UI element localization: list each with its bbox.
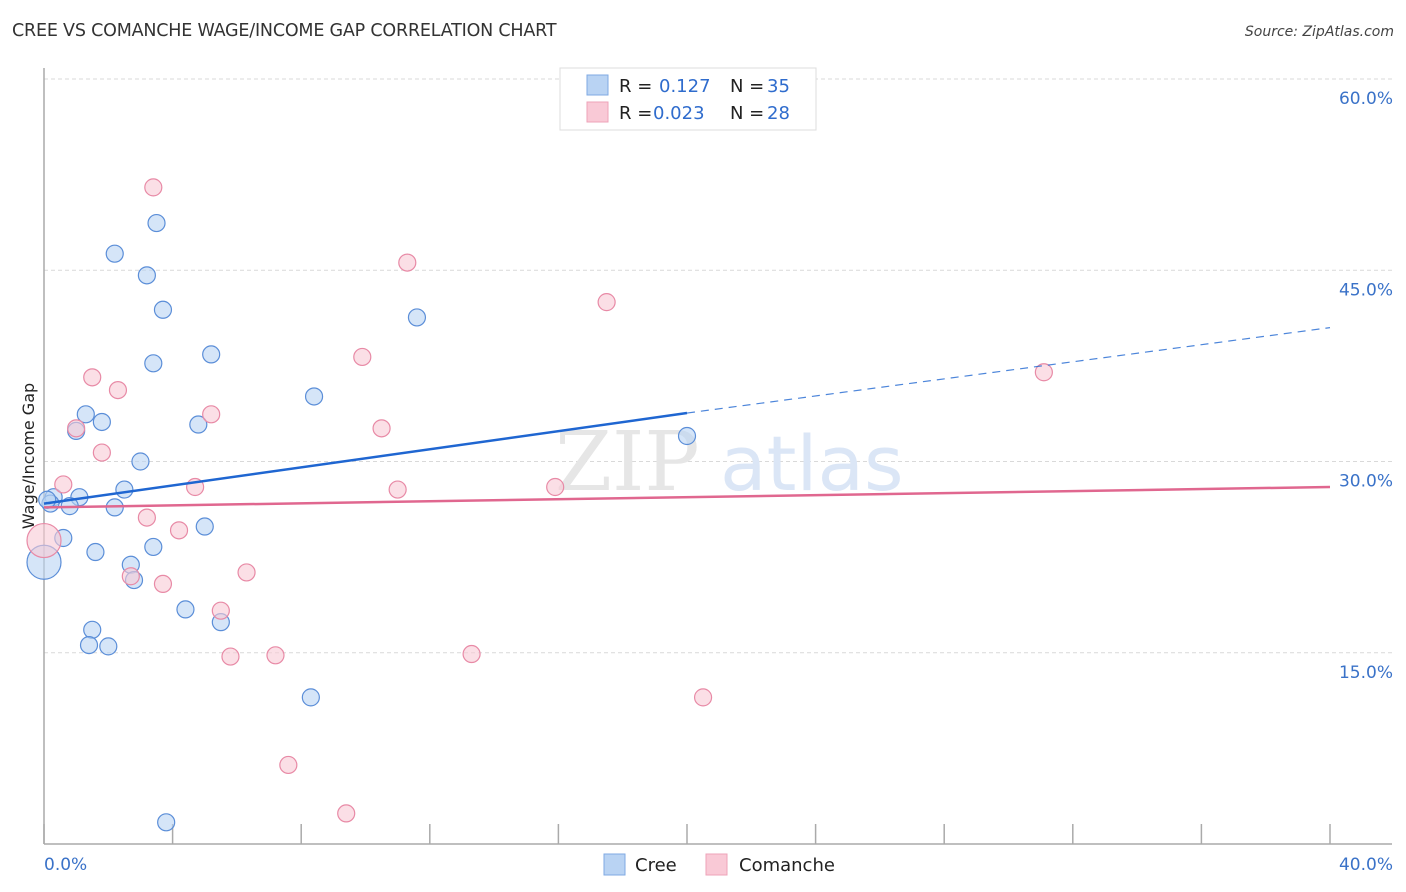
y-tick-label: 45.0% (1339, 280, 1393, 300)
comanche-point (108, 381, 128, 400)
cree-point (99, 637, 118, 656)
x-tick-label: 40.0% (1339, 855, 1393, 875)
cree-trend-line-extrapolated (686, 327, 1331, 414)
legend-n-value-cree: 35 (767, 76, 790, 97)
comanche-point (462, 644, 481, 664)
legend-r-value-cree: 0.127 (659, 76, 711, 97)
legend-swatch-cree (586, 74, 609, 96)
cree-point (301, 688, 320, 707)
cree-point (83, 620, 102, 639)
cree-point (157, 813, 176, 832)
cree-point (131, 452, 150, 471)
comanche-point (388, 480, 407, 499)
comanche-point (337, 804, 356, 823)
comanche-point (372, 419, 391, 438)
comanche-point (353, 347, 372, 367)
cree-point (79, 635, 99, 655)
comanche-point (279, 755, 298, 775)
bottom-legend-label-comanche: Comanche (739, 855, 835, 876)
comanche-point (546, 477, 565, 497)
cree-point (144, 537, 163, 557)
comanche-point (26, 522, 62, 559)
bottom-legend-swatch-comanche (705, 853, 728, 876)
cree-point (92, 412, 111, 432)
comanche-point (144, 178, 163, 197)
cree-point (38, 490, 57, 509)
bottom-legend: Cree Comanche (603, 853, 835, 876)
comanche-point (121, 567, 140, 586)
comanche-point (92, 443, 111, 462)
comanche-point (137, 508, 156, 527)
comanche-point (597, 293, 616, 312)
cree-point (105, 244, 124, 263)
legend-r-label-comanche: R = (619, 103, 652, 124)
cree-point (144, 354, 163, 373)
scatter-chart: ZIP atlas 15.0%30.0%45.0%60.0%0.0% 40.0% … (19, 67, 1393, 876)
comanche-point (67, 419, 86, 438)
legend-r-label-cree: R = (619, 76, 652, 97)
cree-point (176, 600, 195, 619)
comanche-point (221, 647, 240, 666)
legend-r-value-comanche: 0.023 (653, 103, 705, 124)
bottom-legend-label-cree: Cree (635, 855, 677, 876)
comanche-point (83, 368, 102, 387)
comanche-point (169, 521, 189, 540)
legend-n-label-comanche: N = (730, 103, 764, 124)
cree-point (115, 480, 134, 499)
axes (43, 68, 1392, 845)
legend-n-value-comanche: 28 (767, 103, 790, 124)
cree-point (677, 426, 697, 446)
x-tick-label: 0.0% (44, 855, 87, 875)
legend-n-label-cree: N = (730, 76, 764, 97)
legend-swatch-comanche (586, 101, 609, 123)
cree-point (137, 266, 156, 285)
comanche-point (54, 475, 73, 494)
comanche-point (153, 574, 173, 594)
legend: R = 0.127 N = 35 R = 0.023 N = 28 (559, 67, 817, 131)
cree-point (202, 345, 221, 364)
tick-labels: 15.0% 30.0% 45.0% 60.0% 0.0% 40.0% (44, 89, 1393, 875)
comanche-point (211, 601, 230, 620)
bottom-legend-swatch-cree (603, 853, 626, 876)
y-tick-label: 60.0% (1339, 89, 1393, 109)
cree-point (195, 517, 214, 536)
y-tick-label: 30.0% (1339, 472, 1393, 492)
comanche-point (693, 688, 713, 707)
comanche-point (266, 646, 285, 665)
comanche-point (398, 253, 417, 272)
cree-point (153, 300, 173, 319)
cree-point (304, 387, 324, 406)
y-tick-label: 15.0% (1339, 663, 1393, 683)
comanche-point (202, 405, 221, 424)
y-axis-label: Wage/Income Gap (19, 383, 38, 529)
cree-point (147, 213, 166, 233)
cree-point (86, 542, 105, 562)
cree-point (407, 308, 427, 327)
comanche-point (237, 563, 256, 582)
